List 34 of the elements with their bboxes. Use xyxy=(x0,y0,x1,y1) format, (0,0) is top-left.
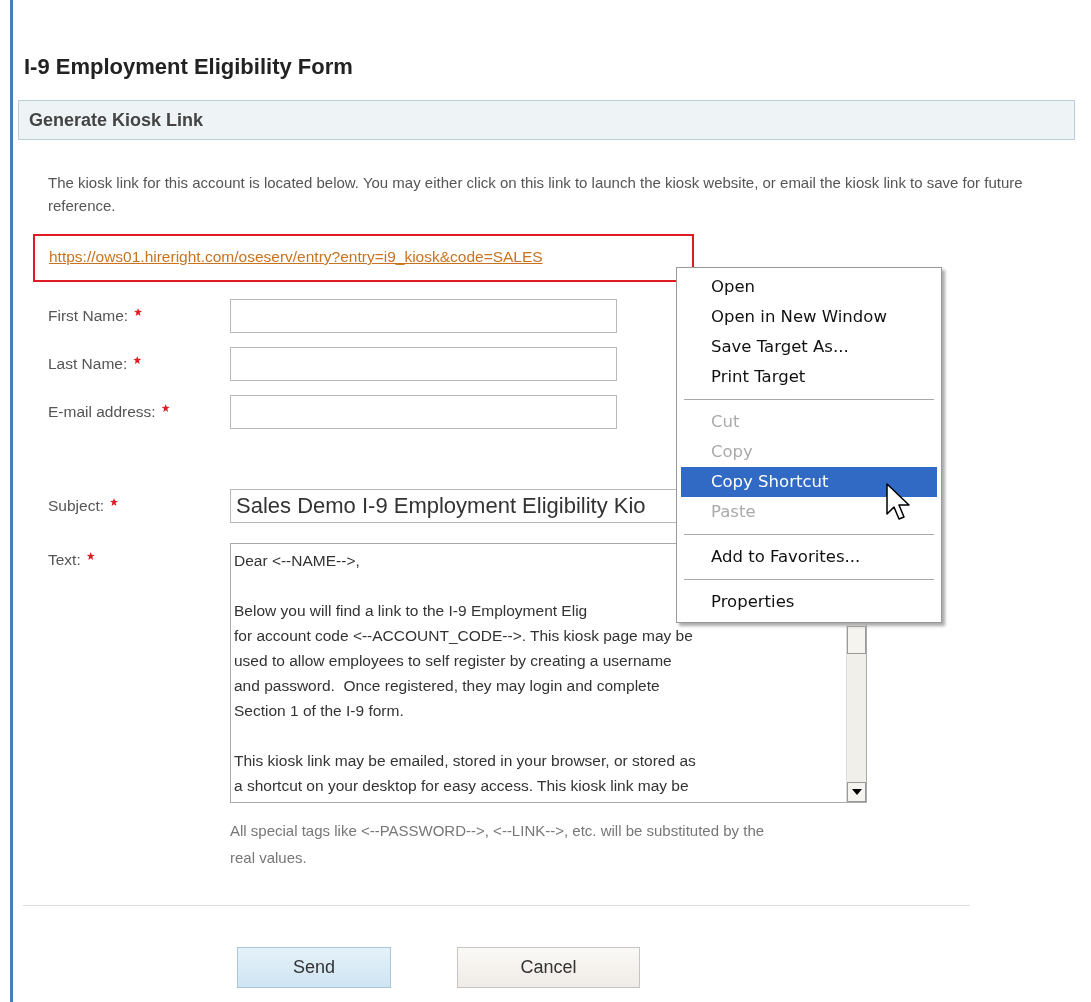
field-label: Subject: xyxy=(48,497,104,515)
send-button[interactable]: Send xyxy=(237,947,391,988)
scroll-thumb[interactable] xyxy=(847,626,866,654)
field-label: First Name: xyxy=(48,307,129,325)
menu-item[interactable]: Save Target As... xyxy=(681,332,937,362)
field-label: Text: xyxy=(48,551,81,569)
message-area[interactable] xyxy=(230,543,867,803)
text-line: and password. Once registered, they may login and complete xyxy=(234,676,660,696)
menu-item[interactable]: Properties xyxy=(681,587,937,617)
menu-item[interactable]: Open in New Window xyxy=(681,302,937,332)
pointer-cursor-icon xyxy=(886,483,910,521)
text-line: Dear <--NAME-->, xyxy=(234,551,360,571)
field-label: E-mail address: xyxy=(48,403,156,421)
intro-text: The kiosk link for this account is located below. You may either click on this link to launch the kiosk website, or email the kiosk link to save for future reference. xyxy=(48,173,1023,216)
text-line: for account code <--ACCOUNT_CODE-->. This kiosk page may be xyxy=(234,626,693,646)
down-arrow-icon xyxy=(851,789,862,795)
section-title: Generate Kiosk Link xyxy=(29,109,204,131)
text-line: This kiosk link may be emailed, stored in your browser, or stored as xyxy=(234,751,696,771)
text-line: Section 1 of the I-9 form. xyxy=(234,701,404,721)
scroll-down-button[interactable] xyxy=(847,782,866,802)
cancel-button[interactable]: Cancel xyxy=(457,947,640,988)
text-line: a shortcut on your desktop for easy access. This kiosk link may be xyxy=(234,776,689,796)
text-line: Below you will find a link to the I-9 Employment Elig xyxy=(234,601,588,621)
help-text: All special tags like <--PASSWORD-->, <--LINK-->, etc. will be substituted by the real values. xyxy=(230,821,766,868)
menu-item[interactable]: Print Target xyxy=(681,362,937,392)
kiosk-link[interactable]: https://ows01.hireright.com/oseserv/entry?entry=i9_kiosk&code=SALES xyxy=(49,248,543,265)
page-title: I-9 Employment Eligibility Form xyxy=(24,54,354,80)
text-field[interactable] xyxy=(230,299,617,333)
field-label: Last Name: xyxy=(48,355,128,373)
text-line: used to allow employees to self register by creating a username xyxy=(234,651,672,671)
text-field[interactable] xyxy=(230,395,617,429)
text-field[interactable] xyxy=(230,347,617,381)
menu-item[interactable]: Add to Favorites... xyxy=(681,542,937,572)
menu-item[interactable]: Open xyxy=(681,272,937,302)
